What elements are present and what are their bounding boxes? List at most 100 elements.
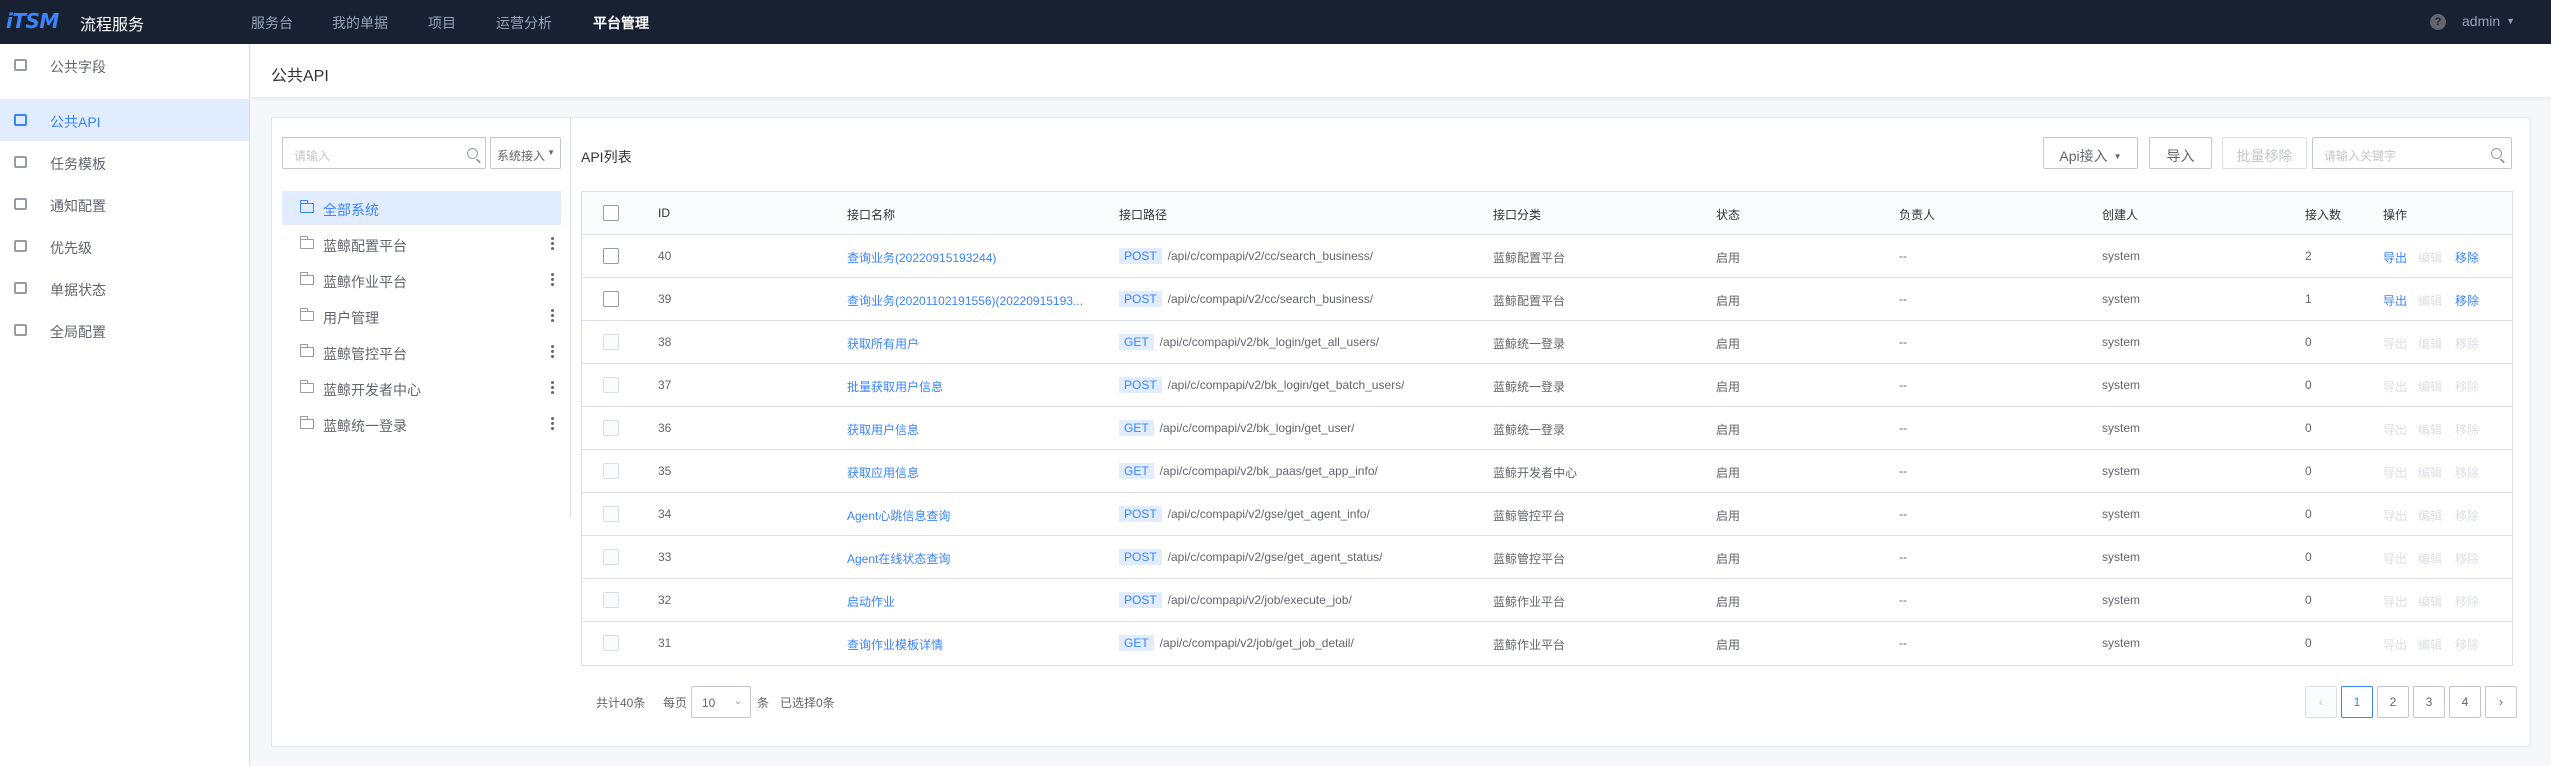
tree-item-unified-login[interactable]: 蓝鲸统一登录 bbox=[282, 407, 561, 441]
row-checkbox[interactable] bbox=[603, 549, 619, 565]
export-link[interactable]: 导出 bbox=[2383, 421, 2407, 438]
nav-item-operations-analysis[interactable]: 运营分析 bbox=[496, 13, 552, 33]
page-button-2[interactable]: 2 bbox=[2377, 686, 2409, 718]
sidebar-item-public-fields[interactable]: 公共字段 bbox=[0, 44, 249, 86]
export-link[interactable]: 导出 bbox=[2383, 249, 2407, 266]
export-link[interactable]: 导出 bbox=[2383, 292, 2407, 309]
row-checkbox[interactable] bbox=[603, 334, 619, 350]
app-title[interactable]: 流程服务 bbox=[80, 11, 144, 35]
api-name-link[interactable]: Agent心跳信息查询 bbox=[847, 507, 950, 524]
tree-item-user-management[interactable]: 用户管理 bbox=[282, 299, 561, 333]
batch-remove-button[interactable]: 批量移除 bbox=[2222, 137, 2307, 169]
row-checkbox[interactable] bbox=[603, 377, 619, 393]
api-name-link[interactable]: 获取用户信息 bbox=[847, 421, 919, 438]
edit-link[interactable]: 编辑 bbox=[2418, 378, 2442, 395]
folder-icon bbox=[299, 272, 314, 285]
edit-link[interactable]: 编辑 bbox=[2418, 464, 2442, 481]
prev-page-button[interactable]: ‹ bbox=[2305, 686, 2337, 718]
api-name-link[interactable]: 查询作业模板详情 bbox=[847, 636, 943, 653]
row-checkbox[interactable] bbox=[603, 506, 619, 522]
system-access-button[interactable]: 系统接入 ▼ bbox=[490, 137, 561, 169]
page-button-1[interactable]: 1 bbox=[2341, 686, 2373, 718]
search-icon[interactable] bbox=[2491, 148, 2502, 159]
app-logo[interactable]: iTSM bbox=[6, 9, 59, 33]
tree-item-config-platform[interactable]: 蓝鲸配置平台 bbox=[282, 227, 561, 261]
api-name-link[interactable]: 查询业务(20220915193244) bbox=[847, 249, 996, 266]
row-checkbox[interactable] bbox=[603, 635, 619, 651]
edit-link[interactable]: 编辑 bbox=[2418, 507, 2442, 524]
export-link[interactable]: 导出 bbox=[2383, 507, 2407, 524]
tree-item-all-systems[interactable]: 全部系统 bbox=[282, 191, 561, 225]
export-link[interactable]: 导出 bbox=[2383, 550, 2407, 567]
edit-link[interactable]: 编辑 bbox=[2418, 421, 2442, 438]
export-link[interactable]: 导出 bbox=[2383, 378, 2407, 395]
nav-item-project[interactable]: 项目 bbox=[428, 13, 456, 33]
more-vertical-icon[interactable] bbox=[551, 309, 555, 323]
page-button-4[interactable]: 4 bbox=[2449, 686, 2481, 718]
edit-link[interactable]: 编辑 bbox=[2418, 335, 2442, 352]
more-vertical-icon[interactable] bbox=[551, 417, 555, 431]
cell-category: 蓝鲸作业平台 bbox=[1493, 638, 1566, 652]
row-checkbox[interactable] bbox=[603, 420, 619, 436]
table-row: 33 蓝鲸管控平台 启用 -- system 0 Agent在线状态查询 POST/api/c… bbox=[582, 536, 2512, 579]
user-menu[interactable]: admin ▼ bbox=[2462, 13, 2515, 29]
remove-link[interactable]: 移除 bbox=[2455, 335, 2479, 352]
row-checkbox[interactable] bbox=[603, 291, 619, 307]
more-vertical-icon[interactable] bbox=[551, 273, 555, 287]
tree-item-developer-center[interactable]: 蓝鲸开发者中心 bbox=[282, 371, 561, 405]
remove-link[interactable]: 移除 bbox=[2455, 421, 2479, 438]
api-name-link[interactable]: 获取所有用户 bbox=[847, 335, 919, 352]
remove-link[interactable]: 移除 bbox=[2455, 249, 2479, 266]
api-name-link[interactable]: 查询业务(20201102191556)(20220915193... bbox=[847, 292, 1083, 309]
export-link[interactable]: 导出 bbox=[2383, 464, 2407, 481]
api-name-link[interactable]: 批量获取用户信息 bbox=[847, 378, 943, 395]
remove-link[interactable]: 移除 bbox=[2455, 550, 2479, 567]
more-vertical-icon[interactable] bbox=[551, 237, 555, 251]
sidebar-item-global-config[interactable]: 全局配置 bbox=[0, 309, 249, 351]
edit-link[interactable]: 编辑 bbox=[2418, 636, 2442, 653]
remove-link[interactable]: 移除 bbox=[2455, 507, 2479, 524]
remove-link[interactable]: 移除 bbox=[2455, 593, 2479, 610]
search-icon[interactable] bbox=[467, 148, 478, 159]
nav-item-service-desk[interactable]: 服务台 bbox=[251, 13, 293, 33]
page-size-select[interactable]: 10 ⌄ bbox=[691, 686, 751, 718]
tree-search-input[interactable]: 请输入 bbox=[282, 137, 486, 169]
keyword-search-input[interactable]: 请输入关键字 bbox=[2312, 137, 2512, 169]
api-name-link[interactable]: 启动作业 bbox=[847, 593, 895, 610]
remove-link[interactable]: 移除 bbox=[2455, 378, 2479, 395]
edit-link[interactable]: 编辑 bbox=[2418, 249, 2442, 266]
row-checkbox[interactable] bbox=[603, 248, 619, 264]
next-page-button[interactable]: › bbox=[2485, 686, 2517, 718]
sidebar-item-public-api[interactable]: 公共API bbox=[0, 99, 249, 141]
remove-link[interactable]: 移除 bbox=[2455, 292, 2479, 309]
help-icon[interactable]: ? bbox=[2430, 14, 2446, 30]
select-all-checkbox[interactable] bbox=[603, 205, 619, 221]
export-link[interactable]: 导出 bbox=[2383, 593, 2407, 610]
api-name-link[interactable]: 获取应用信息 bbox=[847, 464, 919, 481]
tree-item-control-platform[interactable]: 蓝鲸管控平台 bbox=[282, 335, 561, 369]
sidebar-item-ticket-status[interactable]: 单据状态 bbox=[0, 267, 249, 309]
row-checkbox[interactable] bbox=[603, 463, 619, 479]
nav-item-platform-management[interactable]: 平台管理 bbox=[593, 13, 649, 33]
edit-link[interactable]: 编辑 bbox=[2418, 593, 2442, 610]
tree-item-job-platform[interactable]: 蓝鲸作业平台 bbox=[282, 263, 561, 297]
export-link[interactable]: 导出 bbox=[2383, 636, 2407, 653]
sidebar-item-task-templates[interactable]: 任务模板 bbox=[0, 141, 249, 183]
more-vertical-icon[interactable] bbox=[551, 381, 555, 395]
export-link[interactable]: 导出 bbox=[2383, 335, 2407, 352]
remove-link[interactable]: 移除 bbox=[2455, 636, 2479, 653]
cell-creator: system bbox=[2102, 464, 2141, 478]
page-button-3[interactable]: 3 bbox=[2413, 686, 2445, 718]
more-vertical-icon[interactable] bbox=[551, 345, 555, 359]
api-access-button[interactable]: Api接入 ▼ bbox=[2043, 137, 2138, 169]
sidebar-item-label: 全局配置 bbox=[50, 324, 106, 340]
import-button[interactable]: 导入 bbox=[2149, 137, 2212, 169]
nav-item-my-tickets[interactable]: 我的单据 bbox=[332, 13, 388, 33]
row-checkbox[interactable] bbox=[603, 592, 619, 608]
sidebar-item-priority[interactable]: 优先级 bbox=[0, 225, 249, 267]
edit-link[interactable]: 编辑 bbox=[2418, 550, 2442, 567]
edit-link[interactable]: 编辑 bbox=[2418, 292, 2442, 309]
api-name-link[interactable]: Agent在线状态查询 bbox=[847, 550, 950, 567]
sidebar-item-notification-config[interactable]: 通知配置 bbox=[0, 183, 249, 225]
remove-link[interactable]: 移除 bbox=[2455, 464, 2479, 481]
